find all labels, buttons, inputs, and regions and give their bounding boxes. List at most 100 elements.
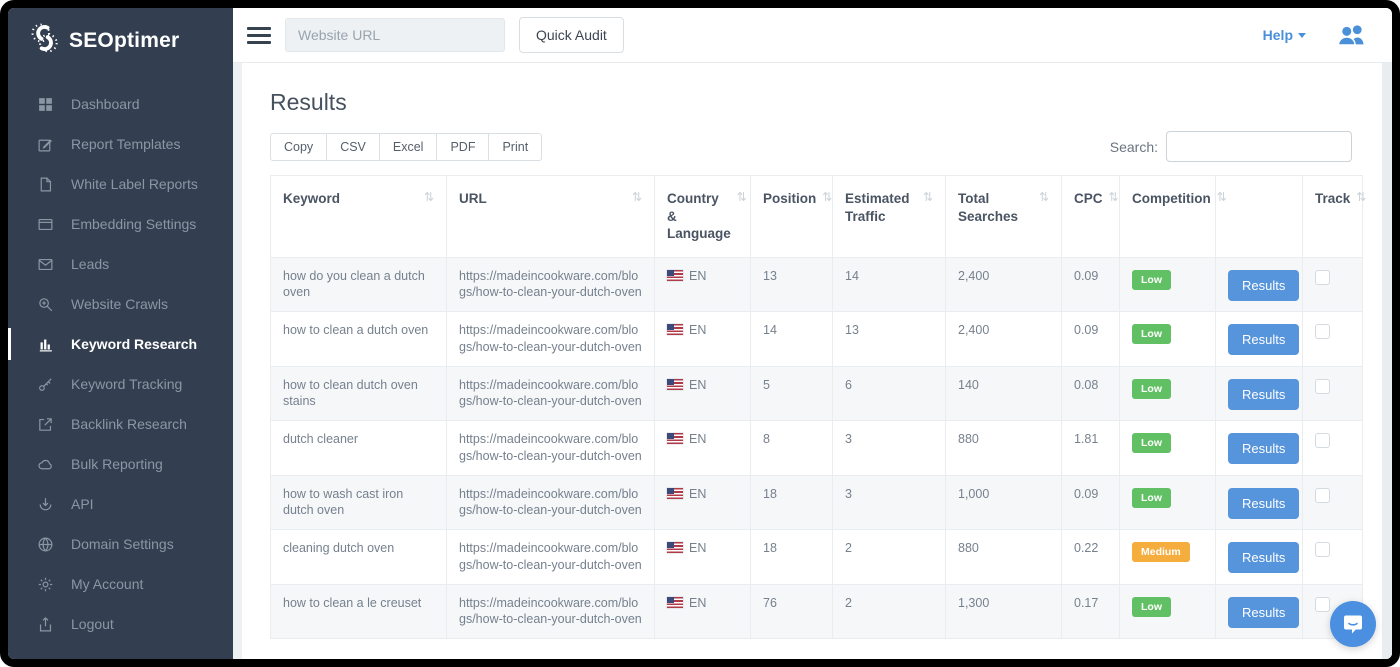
column-header-estimated-traffic[interactable]: Estimated Traffic⇅ <box>833 176 946 258</box>
sidebar-nav: Dashboard Report Templates White Label R… <box>8 84 233 644</box>
sidebar-item-label: White Label Reports <box>71 176 198 192</box>
brand-name: SEOptimer <box>69 29 179 53</box>
competition-cell: Low <box>1120 312 1216 367</box>
app-window: SEOptimer Dashboard Report Templates Whi… <box>0 0 1400 667</box>
competition-badge: Low <box>1132 270 1171 290</box>
sidebar-item-label: Bulk Reporting <box>71 456 163 472</box>
results-button[interactable]: Results <box>1228 488 1299 519</box>
table-row: how do you clean a dutch oven https://ma… <box>271 257 1363 312</box>
competition-badge: Low <box>1132 597 1171 617</box>
sidebar-item-dashboard[interactable]: Dashboard <box>8 84 233 124</box>
external-link-icon <box>37 416 54 433</box>
column-header-cpc[interactable]: CPC⇅ <box>1062 176 1120 258</box>
searches-cell: 1,300 <box>946 584 1062 639</box>
quick-audit-button[interactable]: Quick Audit <box>519 17 624 53</box>
hamburger-menu-icon[interactable] <box>247 25 271 46</box>
traffic-cell: 2 <box>833 530 946 585</box>
sidebar-item-bulk-reporting[interactable]: Bulk Reporting <box>8 444 233 484</box>
website-url-input[interactable] <box>285 18 505 52</box>
traffic-cell: 3 <box>833 421 946 476</box>
column-header-total-searches[interactable]: Total Searches⇅ <box>946 176 1062 258</box>
search-input[interactable] <box>1166 131 1352 162</box>
track-cell <box>1303 366 1363 421</box>
column-header-competition[interactable]: Competition⇅ <box>1120 176 1216 258</box>
sidebar-item-keyword-research[interactable]: Keyword Research <box>8 324 233 364</box>
cpc-cell: 0.09 <box>1062 312 1120 367</box>
sidebar-item-backlink-research[interactable]: Backlink Research <box>8 404 233 444</box>
topbar: Quick Audit Help <box>233 8 1392 63</box>
pdf-button[interactable]: PDF <box>437 133 489 161</box>
sidebar-item-api[interactable]: API <box>8 484 233 524</box>
results-button[interactable]: Results <box>1228 270 1299 301</box>
sidebar-item-embedding-settings[interactable]: Embedding Settings <box>8 204 233 244</box>
track-checkbox[interactable] <box>1315 542 1330 557</box>
results-button[interactable]: Results <box>1228 542 1299 573</box>
sidebar-item-website-crawls[interactable]: Website Crawls <box>8 284 233 324</box>
traffic-cell: 14 <box>833 257 946 312</box>
track-checkbox[interactable] <box>1315 433 1330 448</box>
position-cell: 8 <box>751 421 833 476</box>
searches-cell: 140 <box>946 366 1062 421</box>
url-cell: https://madeincookware.com/blogs/how-to-… <box>447 312 655 367</box>
column-header-position[interactable]: Position⇅ <box>751 176 833 258</box>
copy-button[interactable]: Copy <box>270 133 327 161</box>
table-row: cleaning dutch oven https://madeincookwa… <box>271 530 1363 585</box>
bar-chart-icon <box>37 336 54 353</box>
us-flag-icon <box>667 542 683 553</box>
brand-logo[interactable]: SEOptimer <box>8 8 233 72</box>
position-cell: 13 <box>751 257 833 312</box>
excel-button[interactable]: Excel <box>380 133 438 161</box>
sidebar-item-leads[interactable]: Leads <box>8 244 233 284</box>
searches-cell: 880 <box>946 421 1062 476</box>
sidebar-item-label: Report Templates <box>71 136 180 152</box>
results-button[interactable]: Results <box>1228 379 1299 410</box>
cpc-cell: 1.81 <box>1062 421 1120 476</box>
track-checkbox[interactable] <box>1315 597 1330 612</box>
sidebar-item-domain-settings[interactable]: Domain Settings <box>8 524 233 564</box>
column-header-url[interactable]: URL⇅ <box>447 176 655 258</box>
url-cell: https://madeincookware.com/blogs/how-to-… <box>447 366 655 421</box>
position-cell: 18 <box>751 475 833 530</box>
sidebar-item-keyword-tracking[interactable]: Keyword Tracking <box>8 364 233 404</box>
sidebar-item-my-account[interactable]: My Account <box>8 564 233 604</box>
document-icon <box>37 176 54 193</box>
track-checkbox[interactable] <box>1315 324 1330 339</box>
sidebar-item-white-label-reports[interactable]: White Label Reports <box>8 164 233 204</box>
vertical-scrollbar[interactable] <box>1382 63 1392 659</box>
track-cell <box>1303 530 1363 585</box>
results-button[interactable]: Results <box>1228 597 1299 628</box>
help-dropdown[interactable]: Help <box>1263 27 1306 43</box>
print-button[interactable]: Print <box>489 133 542 161</box>
sidebar-item-logout[interactable]: Logout <box>8 604 233 644</box>
results-button[interactable]: Results <box>1228 324 1299 355</box>
track-checkbox[interactable] <box>1315 270 1330 285</box>
searches-cell: 2,400 <box>946 312 1062 367</box>
competition-cell: Low <box>1120 421 1216 476</box>
column-header-country-language[interactable]: Country & Language⇅ <box>655 176 751 258</box>
key-icon <box>37 376 54 393</box>
envelope-icon <box>37 256 54 273</box>
chat-widget-button[interactable] <box>1330 601 1376 647</box>
competition-badge: Low <box>1132 379 1171 399</box>
users-icon[interactable] <box>1336 24 1368 46</box>
cpc-cell: 0.08 <box>1062 366 1120 421</box>
actions-cell: Results <box>1216 421 1303 476</box>
actions-cell: Results <box>1216 475 1303 530</box>
track-checkbox[interactable] <box>1315 379 1330 394</box>
keyword-cell: how do you clean a dutch oven <box>271 257 447 312</box>
column-header-track[interactable]: Track⇅ <box>1303 176 1363 258</box>
export-button-group: Copy CSV Excel PDF Print <box>270 133 542 161</box>
sidebar-item-report-templates[interactable]: Report Templates <box>8 124 233 164</box>
country-cell: EN <box>655 312 751 367</box>
csv-button[interactable]: CSV <box>327 133 380 161</box>
logout-icon <box>37 616 54 633</box>
country-cell: EN <box>655 421 751 476</box>
competition-cell: Low <box>1120 257 1216 312</box>
traffic-cell: 6 <box>833 366 946 421</box>
results-button[interactable]: Results <box>1228 433 1299 464</box>
column-header-actions <box>1216 176 1303 258</box>
column-header-keyword[interactable]: Keyword⇅ <box>271 176 447 258</box>
sidebar-item-label: Leads <box>71 256 109 272</box>
track-checkbox[interactable] <box>1315 488 1330 503</box>
content-area: Results Copy CSV Excel PDF Print Search: <box>233 63 1392 659</box>
